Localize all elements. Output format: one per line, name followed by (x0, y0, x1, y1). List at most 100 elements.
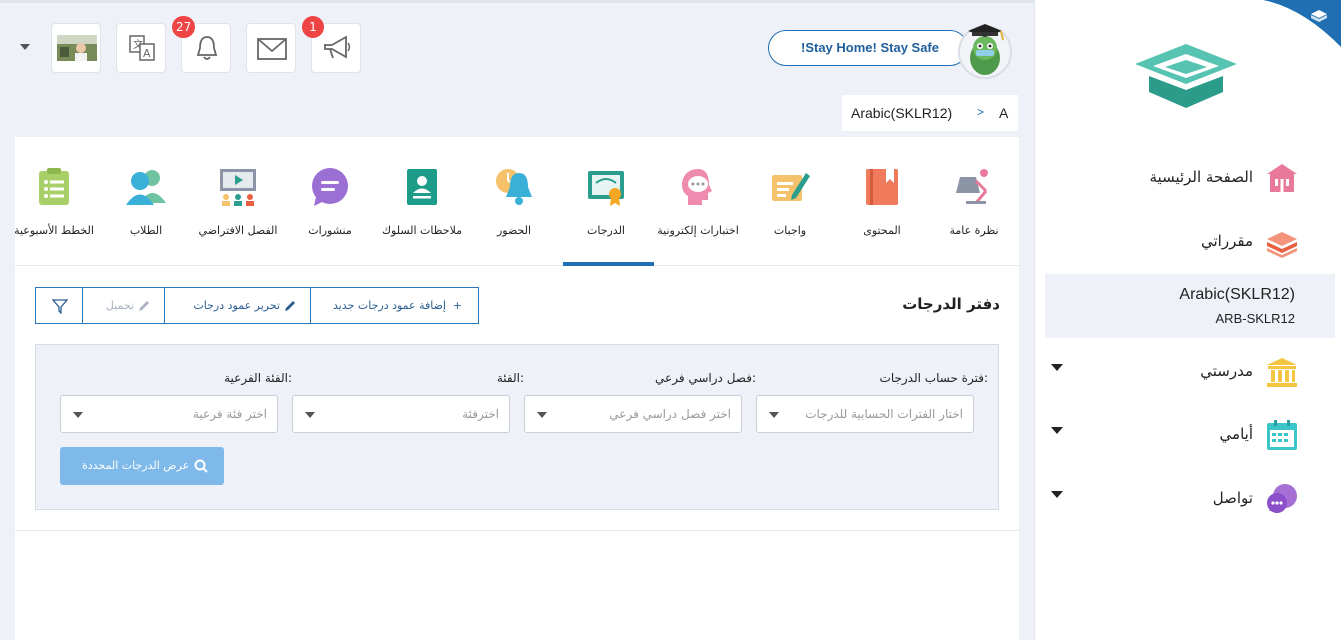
filter-label: الفئة الفرعية: (224, 371, 292, 385)
tab-label: نظرة عامة (949, 224, 999, 237)
section-divider (15, 530, 1019, 531)
select-placeholder: اختر فئة فرعية (193, 407, 267, 421)
chevron-down-icon[interactable] (1051, 364, 1063, 371)
tab-label: الفصل الافتراضي (198, 224, 278, 237)
sidebar-item-my-courses[interactable]: مقرراتي (1045, 210, 1335, 272)
sidebar-item-my-school[interactable]: مدرستي (1045, 340, 1335, 402)
translate-icon: 文 A (129, 35, 155, 61)
corner-ribbon-icon (1263, 0, 1341, 48)
messages-button[interactable] (246, 23, 296, 73)
sidebar-item-label: مقرراتي (1201, 232, 1253, 250)
tab-label: المحتوى (863, 224, 901, 237)
bell-icon (196, 36, 218, 60)
tab-virtual-class[interactable]: الفصل الافتراضي (193, 157, 283, 267)
tab-behavior-notes[interactable]: ملاحظات السلوك (377, 157, 467, 267)
books-icon (1267, 232, 1297, 258)
sidebar-item-my-days[interactable]: أيامي (1045, 403, 1335, 465)
tab-label: الخطط الأسبوعية (14, 224, 94, 237)
tab-label: الدرجات (586, 224, 625, 237)
tab-assignments[interactable]: واجبات (745, 157, 835, 267)
announcements-badge: 1 (302, 16, 324, 38)
language-button[interactable]: 文 A (116, 23, 166, 73)
tab-label: اختبارات إلكترونية (657, 224, 739, 237)
edit-grade-column-button[interactable]: تحرير عمود درجات (164, 287, 311, 324)
filter-label: فترة حساب الدرجات: (879, 371, 988, 385)
school-icon (1267, 358, 1297, 387)
sidebar-item-communication[interactable]: تواصل (1045, 467, 1335, 529)
megaphone-icon (324, 35, 351, 59)
button-label: عرض الدرجات المحددة (82, 459, 190, 472)
tab-weekly-plans[interactable]: الخطط الأسبوعية (9, 157, 99, 267)
plus-icon: + (452, 299, 462, 312)
breadcrumb-separator: > (977, 105, 985, 119)
chevron-down-icon[interactable] (1051, 427, 1063, 434)
sidebar-item-label: الصفحة الرئيسية (1149, 168, 1254, 186)
calendar-icon (1267, 420, 1297, 450)
book-icon (866, 169, 898, 205)
tab-grades[interactable]: الدرجات (561, 157, 651, 267)
logo-icon (1135, 44, 1237, 108)
grading-period-select[interactable]: اختار الفترات الحسابية للدرجات (756, 395, 974, 433)
grades-filter-panel: فترة حساب الدرجات: فصل دراسي فرعي: الفئة… (35, 344, 999, 510)
breadcrumb-course-link[interactable]: Arabic(SKLR12) (851, 105, 952, 121)
sidebar-item-home[interactable]: الصفحة الرئيسية (1045, 146, 1335, 208)
chevron-down-icon[interactable] (1051, 491, 1063, 498)
tab-overview[interactable]: نظرة عامة (929, 157, 1019, 267)
chat-icon (1267, 484, 1297, 513)
sidebar-active-course[interactable]: Arabic(SKLR12) ARB-SKLR12 (1045, 274, 1335, 338)
active-tab-indicator (563, 262, 654, 266)
tab-label: الطلاب (129, 224, 163, 237)
pencil-icon (139, 301, 149, 311)
breadcrumb: Arabic(SKLR12) > A (842, 95, 1018, 131)
sidebar-item-label: أيامي (1219, 425, 1253, 443)
active-course-name: Arabic(SKLR12) (1179, 286, 1295, 303)
sidebar-item-label: مدرستي (1200, 362, 1253, 380)
announcements-button[interactable]: 1 (302, 16, 361, 73)
behavior-notes-icon (407, 169, 437, 205)
svg-text:A: A (143, 47, 151, 60)
clipboard-icon (39, 168, 69, 205)
add-grade-column-button[interactable]: + إضافة عمود درجات جديد (310, 287, 479, 324)
tab-content[interactable]: المحتوى (837, 157, 927, 267)
tab-attendance[interactable]: الحضور (469, 157, 559, 267)
tab-label: منشورات (308, 224, 352, 237)
assignment-icon (772, 173, 810, 201)
tab-e-quizzes[interactable]: اختبارات إلكترونية (653, 157, 743, 267)
profile-menu-caret-icon[interactable] (20, 44, 30, 50)
button-label: تحميل (105, 299, 134, 312)
banner-text: !Stay Home! Stay Safe (801, 40, 939, 55)
gradebook-title: دفتر الدرجات (902, 295, 1000, 313)
virtual-class-icon (220, 169, 256, 206)
notifications-badge: 27 (172, 16, 196, 38)
active-course-code: ARB-SKLR12 (1215, 311, 1295, 326)
sidebar-item-label: تواصل (1212, 489, 1253, 507)
certificate-icon (588, 171, 624, 206)
tab-posts[interactable]: منشورات (285, 157, 375, 267)
tab-label: الحضور (496, 224, 532, 237)
button-label: إضافة عمود درجات جديد (332, 299, 446, 312)
breadcrumb-current: A (999, 105, 1009, 121)
chevron-down-icon (305, 412, 315, 418)
envelope-icon (257, 38, 287, 60)
sub-semester-select[interactable]: اختر فصل دراسي فرعي (524, 395, 742, 433)
profile-button[interactable] (51, 23, 101, 73)
chevron-down-icon (73, 412, 83, 418)
filter-label: فصل دراسي فرعي: (655, 371, 756, 385)
filter-button[interactable] (35, 287, 83, 324)
tab-students[interactable]: الطلاب (101, 157, 191, 267)
students-icon (126, 170, 166, 205)
tab-label: ملاحظات السلوك (381, 224, 463, 237)
search-icon (194, 459, 208, 473)
load-button[interactable]: تحميل (82, 287, 165, 324)
tab-divider (15, 265, 1019, 266)
select-placeholder: اختار الفترات الحسابية للدرجات (805, 407, 963, 421)
show-selected-grades-button[interactable]: عرض الدرجات المحددة (60, 447, 224, 485)
lamp-icon (956, 169, 988, 204)
avatar (57, 35, 97, 61)
subcategory-select[interactable]: اختر فئة فرعية (60, 395, 278, 433)
category-select[interactable]: اخترفئة (292, 395, 510, 433)
notifications-button[interactable]: 27 (172, 16, 231, 73)
sidebar: الصفحة الرئيسية مقرراتي Arabic(SKLR12) A… (1034, 0, 1341, 640)
mascot-icon (958, 24, 1012, 79)
stay-home-banner[interactable]: !Stay Home! Stay Safe (768, 30, 968, 66)
